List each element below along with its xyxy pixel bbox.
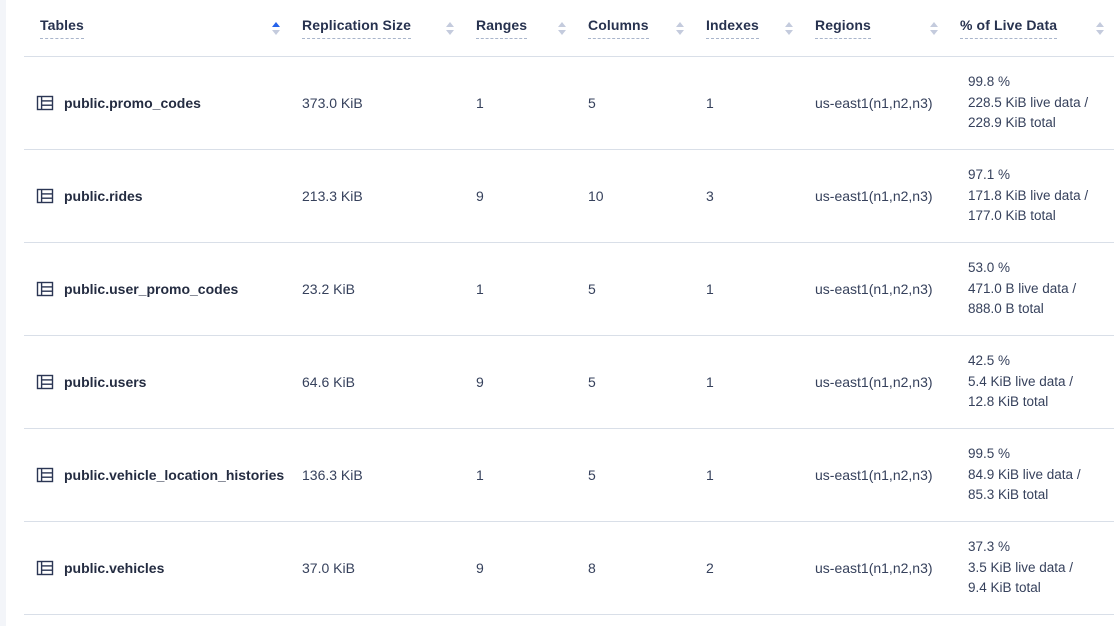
replication-size-value: 23.2 KiB (302, 281, 476, 297)
live-data-cell: 53.0 % 471.0 B live data / 888.0 B total (960, 258, 1114, 320)
column-header-columns[interactable]: Columns (588, 0, 706, 56)
indexes-value: 3 (706, 188, 815, 204)
page-gutter (0, 0, 6, 626)
columns-value: 5 (588, 467, 706, 483)
indexes-value: 1 (706, 281, 815, 297)
regions-value: us-east1(n1,n2,n3) (815, 374, 960, 390)
columns-value: 8 (588, 560, 706, 576)
live-data-total: 888.0 B total (968, 299, 1114, 320)
regions-value: us-east1(n1,n2,n3) (815, 467, 960, 483)
columns-value: 5 (588, 95, 706, 111)
column-header-ranges[interactable]: Ranges (476, 0, 588, 56)
table-row[interactable]: public.vehicles 37.0 KiB 9 8 2 us-east1(… (24, 522, 1114, 615)
indexes-value: 1 (706, 374, 815, 390)
table-icon (36, 466, 54, 484)
replication-size-value: 64.6 KiB (302, 374, 476, 390)
live-data-total: 85.3 KiB total (968, 485, 1114, 506)
sort-icon-regions[interactable] (930, 22, 938, 35)
column-header-label: Regions (815, 17, 871, 39)
sort-icon-columns[interactable] (676, 22, 684, 35)
column-header-indexes[interactable]: Indexes (706, 0, 815, 56)
live-data-cell: 97.1 % 171.8 KiB live data / 177.0 KiB t… (960, 165, 1114, 227)
ranges-value: 1 (476, 281, 588, 297)
columns-value: 10 (588, 188, 706, 204)
table-name-link[interactable]: public.promo_codes (64, 95, 201, 111)
table-row[interactable]: public.vehicle_location_histories 136.3 … (24, 429, 1114, 522)
table-row[interactable]: public.user_promo_codes 23.2 KiB 1 5 1 u… (24, 243, 1114, 336)
table-name-link[interactable]: public.rides (64, 188, 143, 204)
ranges-value: 1 (476, 95, 588, 111)
column-header-label: % of Live Data (960, 17, 1057, 39)
live-data-total: 177.0 KiB total (968, 206, 1114, 227)
table-icon (36, 559, 54, 577)
live-data-total: 228.9 KiB total (968, 113, 1114, 134)
columns-value: 5 (588, 281, 706, 297)
table-name-link[interactable]: public.user_promo_codes (64, 281, 238, 297)
table-row[interactable]: public.promo_codes 373.0 KiB 1 5 1 us-ea… (24, 57, 1114, 150)
ranges-value: 9 (476, 560, 588, 576)
table-icon (36, 280, 54, 298)
column-header-label: Indexes (706, 17, 759, 39)
replication-size-value: 37.0 KiB (302, 560, 476, 576)
indexes-value: 1 (706, 467, 815, 483)
indexes-value: 1 (706, 95, 815, 111)
sort-icon-live-data[interactable] (1096, 22, 1104, 35)
column-header-live-data[interactable]: % of Live Data (960, 0, 1114, 56)
live-data-percent: 97.1 % (968, 165, 1114, 186)
live-data-percent: 37.3 % (968, 537, 1114, 558)
regions-value: us-east1(n1,n2,n3) (815, 560, 960, 576)
live-data-percent: 99.8 % (968, 72, 1114, 93)
replication-size-value: 373.0 KiB (302, 95, 476, 111)
table-icon (36, 94, 54, 112)
table-icon (36, 187, 54, 205)
ranges-value: 9 (476, 188, 588, 204)
live-data-percent: 42.5 % (968, 351, 1114, 372)
live-data-cell: 99.5 % 84.9 KiB live data / 85.3 KiB tot… (960, 444, 1114, 506)
table-name-link[interactable]: public.vehicle_location_histories (64, 467, 284, 483)
live-data-detail: 228.5 KiB live data / (968, 93, 1114, 114)
column-header-replication-size[interactable]: Replication Size (302, 0, 476, 56)
column-header-regions[interactable]: Regions (815, 0, 960, 56)
replication-size-value: 213.3 KiB (302, 188, 476, 204)
replication-size-value: 136.3 KiB (302, 467, 476, 483)
live-data-detail: 84.9 KiB live data / (968, 465, 1114, 486)
sort-icon-ranges[interactable] (558, 22, 566, 35)
live-data-total: 9.4 KiB total (968, 578, 1114, 599)
sort-icon-indexes[interactable] (785, 22, 793, 35)
column-header-label: Tables (40, 17, 84, 39)
table-icon (36, 373, 54, 391)
columns-value: 5 (588, 374, 706, 390)
live-data-detail: 3.5 KiB live data / (968, 558, 1114, 579)
live-data-cell: 42.5 % 5.4 KiB live data / 12.8 KiB tota… (960, 351, 1114, 413)
regions-value: us-east1(n1,n2,n3) (815, 95, 960, 111)
live-data-detail: 171.8 KiB live data / (968, 186, 1114, 207)
sort-icon-tables[interactable] (272, 22, 280, 35)
column-header-label: Ranges (476, 17, 527, 39)
live-data-detail: 471.0 B live data / (968, 279, 1114, 300)
column-header-label: Columns (588, 17, 649, 39)
live-data-detail: 5.4 KiB live data / (968, 372, 1114, 393)
regions-value: us-east1(n1,n2,n3) (815, 281, 960, 297)
table-row[interactable]: public.rides 213.3 KiB 9 10 3 us-east1(n… (24, 150, 1114, 243)
column-header-tables[interactable]: Tables (24, 0, 302, 56)
table-header-row: Tables Replication Size Ranges Columns I… (24, 0, 1114, 57)
ranges-value: 9 (476, 374, 588, 390)
live-data-percent: 53.0 % (968, 258, 1114, 279)
live-data-cell: 99.8 % 228.5 KiB live data / 228.9 KiB t… (960, 72, 1114, 134)
regions-value: us-east1(n1,n2,n3) (815, 188, 960, 204)
column-header-label: Replication Size (302, 17, 411, 39)
ranges-value: 1 (476, 467, 588, 483)
table-row[interactable]: public.users 64.6 KiB 9 5 1 us-east1(n1,… (24, 336, 1114, 429)
live-data-percent: 99.5 % (968, 444, 1114, 465)
table-name-link[interactable]: public.users (64, 374, 146, 390)
sort-icon-replication-size[interactable] (446, 22, 454, 35)
indexes-value: 2 (706, 560, 815, 576)
tables-page: Tables Replication Size Ranges Columns I… (0, 0, 1114, 626)
live-data-cell: 37.3 % 3.5 KiB live data / 9.4 KiB total (960, 537, 1114, 599)
tables-table: Tables Replication Size Ranges Columns I… (24, 0, 1114, 615)
table-name-link[interactable]: public.vehicles (64, 560, 164, 576)
live-data-total: 12.8 KiB total (968, 392, 1114, 413)
